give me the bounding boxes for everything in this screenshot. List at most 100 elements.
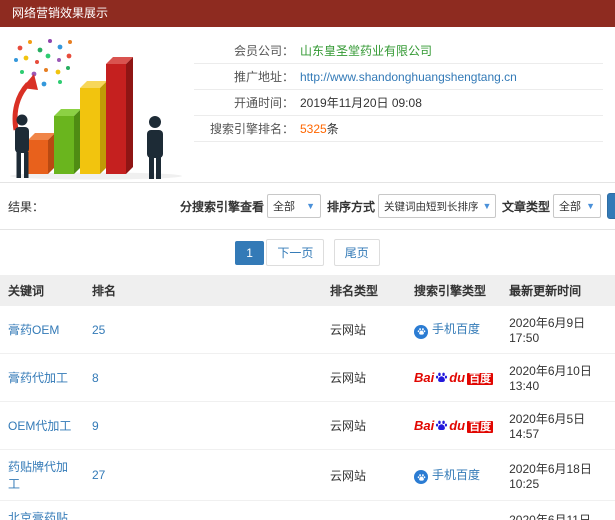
- results-table: 关键词 排名 排名类型 搜索引擎类型 最新更新时间 膏药OEM 25 云网站 手机百度 2020…: [0, 275, 615, 520]
- chevron-down-icon: ▼: [482, 201, 492, 211]
- keyword-link[interactable]: 北京膏药贴牌: [8, 511, 68, 520]
- confetti-dots: [14, 39, 72, 87]
- engine-filter-label: 分搜索引擎查看: [180, 199, 265, 214]
- baidu-text-prefix: Bai: [414, 369, 435, 385]
- column-header: 关键词: [0, 275, 84, 306]
- info-value[interactable]: http://www.shandonghuangshengtang.cn: [300, 70, 517, 84]
- bars: [28, 57, 133, 174]
- engine-cell: 手机百度: [406, 306, 502, 354]
- column-header: 最新更新时间: [501, 275, 615, 306]
- article-type-value: 全部: [559, 201, 582, 213]
- rank-type-cell: 云网站: [322, 401, 406, 450]
- engine-cell: Baidu百度: [406, 353, 502, 402]
- info-section: 会员公司： 山东皇圣堂药业有限公司 推广地址： http://www.shandong…: [0, 27, 615, 182]
- growth-chart-illustration: [4, 32, 186, 180]
- filter-bar: 结果： 分搜索引擎查看 全部 ▼ 排序方式 关键词由短到长排序 ▼ 文章类型 全…: [0, 182, 615, 230]
- article-type-label: 文章类型: [502, 199, 551, 214]
- rank-cell: 1: [84, 500, 322, 520]
- keyword-link[interactable]: 药贴牌代加工: [8, 460, 68, 491]
- engine-cell: 手机百度: [406, 449, 502, 501]
- businessman-right: [147, 116, 163, 179]
- title-bar: 网络营销效果展示: [0, 0, 615, 27]
- baidu-cn-label: 百度: [467, 420, 494, 433]
- table-header-row: 关键词 排名 排名类型 搜索引擎类型 最新更新时间: [0, 275, 615, 306]
- rank-cell: 25: [84, 306, 322, 354]
- rank-type-cell: 云网站: [322, 449, 406, 501]
- chevron-down-icon: ▼: [306, 201, 316, 211]
- updated-cell: 2020年6月9日 17:50: [501, 306, 615, 354]
- baidu-text-suffix: du: [449, 417, 466, 433]
- chevron-down-icon: ▼: [586, 201, 596, 211]
- baidu-logo: Baidu百度: [414, 369, 494, 385]
- rank-type-cell: 云网站: [322, 306, 406, 354]
- company-info: 会员公司： 山东皇圣堂药业有限公司 推广地址： http://www.shandong…: [194, 32, 603, 182]
- keyword-link[interactable]: 膏药代加工: [8, 371, 68, 385]
- table-row: 膏药代加工 8 云网站 Bai du 百度 2020年6月10日 13:40: [0, 353, 615, 402]
- keyword-cell: OEM代加工: [0, 401, 84, 450]
- engine-select-value: 全部: [273, 201, 296, 213]
- info-row: 搜索引擎排名： 5325 条: [194, 116, 603, 142]
- column-header: 搜索引擎类型: [406, 275, 502, 306]
- keyword-cell: 膏药OEM: [0, 306, 84, 354]
- marketing-report-page: 网络营销效果展示 会员公司： 山东皇圣堂药业有限公司 推广地址： http://…: [0, 0, 615, 520]
- rank-value[interactable]: 9: [92, 419, 99, 433]
- updated-cell: 2020年6月5日 14:57: [501, 401, 615, 450]
- page-current[interactable]: 1: [235, 241, 264, 265]
- info-label: 开通时间：: [233, 96, 294, 110]
- keyword-cell: 药贴牌代加工: [0, 449, 84, 501]
- sort-select[interactable]: 关键词由短到长排序 ▼: [378, 194, 497, 218]
- rank-cell: 8: [84, 353, 322, 402]
- engine-select[interactable]: 全部 ▼: [267, 194, 322, 218]
- engine-label: 手机百度: [432, 322, 481, 337]
- info-row: 开通时间： 2019年11月20日 09:08: [194, 90, 603, 116]
- info-label: 推广地址：: [233, 70, 294, 84]
- page-title: 网络营销效果展示: [12, 6, 109, 20]
- sort-select-value: 关键词由短到长排序: [384, 200, 479, 213]
- keyword-cell: 膏药代加工: [0, 353, 84, 402]
- table-row: 膏药OEM 25 云网站 手机百度 2020年6月9日 17:50: [0, 306, 615, 354]
- table-row: 药贴牌代加工 27 云网站 手机百度 2020年6月18日 10:25: [0, 449, 615, 501]
- baidu-logo: Baidu百度: [414, 417, 494, 433]
- info-value: 5325: [300, 121, 327, 136]
- rank-type-cell: 云网站: [322, 353, 406, 402]
- rank-value[interactable]: 8: [92, 371, 99, 385]
- sort-filter-label: 排序方式: [327, 199, 376, 214]
- info-row: 推广地址： http://www.shandonghuangshengtang.c…: [194, 64, 603, 90]
- article-type-select[interactable]: 全部 ▼: [553, 194, 602, 218]
- bar-chart-graphic: [10, 39, 182, 180]
- column-header: 排名类型: [322, 275, 406, 306]
- info-value: 山东皇圣堂药业有限公司: [300, 44, 433, 58]
- pagination: 1 下一页 尾页: [0, 239, 615, 266]
- keyword-link[interactable]: OEM代加工: [8, 419, 71, 433]
- mobile-baidu-icon: [414, 324, 428, 339]
- info-row: 会员公司： 山东皇圣堂药业有限公司: [194, 38, 603, 64]
- column-header: 排名: [84, 275, 322, 306]
- baidu-text-suffix: du: [449, 369, 466, 385]
- table-row: 北京膏药贴牌 1云网站Baidu百度2020年6月11日 11:18: [0, 500, 615, 520]
- submit-button[interactable]: 提交: [607, 193, 615, 219]
- result-label: 结果：: [8, 199, 45, 214]
- page-next-button[interactable]: 下一页: [266, 239, 325, 266]
- engine-cell: Baidu百度: [406, 401, 502, 450]
- keyword-cell: 北京膏药贴牌: [0, 500, 84, 520]
- rank-cell: 27: [84, 449, 322, 501]
- engine-cell: Baidu百度: [406, 500, 502, 520]
- updated-cell: 2020年6月10日 13:40: [501, 353, 615, 402]
- mobile-baidu-icon: [414, 470, 428, 485]
- info-value: 2019年11月20日 09:08: [300, 96, 422, 110]
- baidu-cn-label: 百度: [467, 372, 494, 385]
- info-suffix: 条: [326, 122, 339, 136]
- table-row: OEM代加工 9 云网站 Bai du 百度 2020年6月5日 14:57: [0, 401, 615, 450]
- page-last-button[interactable]: 尾页: [333, 239, 380, 266]
- info-label: 搜索引擎排名：: [209, 122, 294, 136]
- engine-label: 手机百度: [432, 467, 481, 482]
- keyword-link[interactable]: 膏药OEM: [8, 323, 59, 337]
- updated-cell: 2020年6月11日 11:18: [501, 500, 615, 520]
- rank-value[interactable]: 27: [92, 468, 105, 482]
- rank-type-cell: 云网站: [322, 500, 406, 520]
- rank-value[interactable]: 25: [92, 323, 105, 337]
- rank-cell: 9: [84, 401, 322, 450]
- updated-cell: 2020年6月18日 10:25: [501, 449, 615, 501]
- info-label: 会员公司：: [233, 44, 294, 58]
- baidu-text-prefix: Bai: [414, 417, 435, 433]
